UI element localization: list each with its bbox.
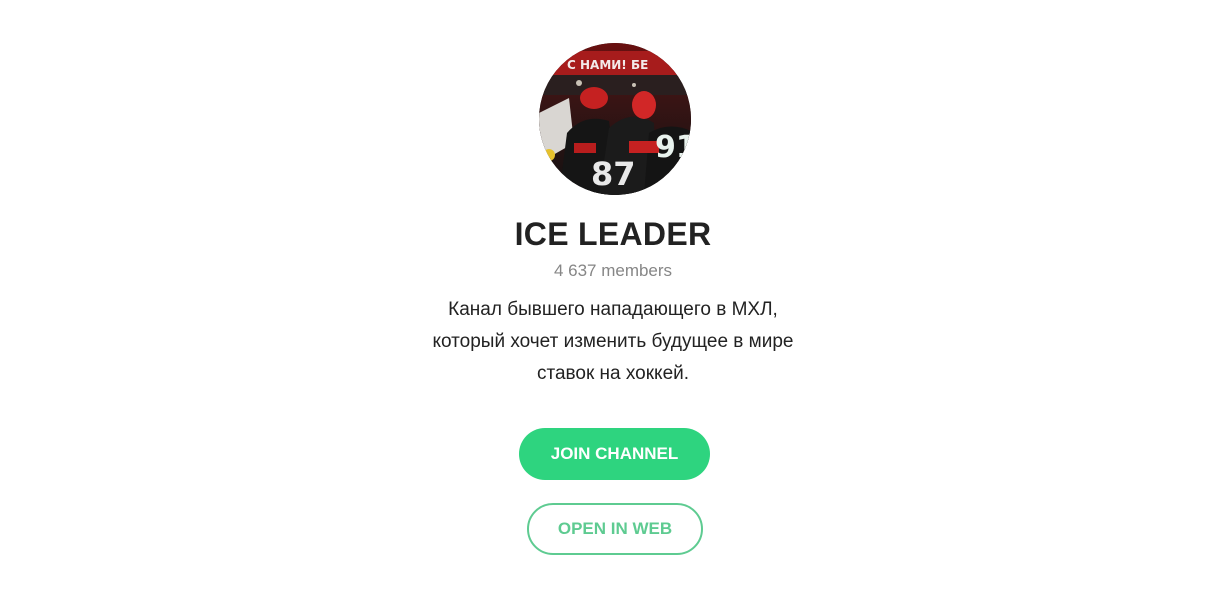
- channel-avatar: С НАМИ! БЕ 87 91: [539, 43, 691, 195]
- channel-title: ICE LEADER: [514, 216, 712, 252]
- avatar-jersey-number-91: 91: [655, 130, 691, 165]
- member-count: 4 637 members: [553, 261, 673, 280]
- avatar-jersey-number-87: 87: [591, 155, 636, 193]
- channel-description: Канал бывшего нападающего в МХЛ, который…: [0, 294, 1226, 390]
- open-in-web-button[interactable]: OPEN IN WEB: [527, 503, 703, 555]
- avatar-photo: С НАМИ! БЕ 87 91: [539, 43, 691, 195]
- channel-preview-page: С НАМИ! БЕ 87 91 ICE LEADER 4 637 member…: [0, 0, 1226, 603]
- description-line: Канал бывшего нападающего в МХЛ,: [448, 299, 778, 320]
- join-channel-button[interactable]: JOIN CHANNEL: [519, 428, 710, 480]
- description-line: который хочет изменить будущее в мире: [432, 331, 794, 352]
- description-line: ставок на хоккей.: [536, 363, 690, 384]
- avatar-banner-text: С НАМИ! БЕ: [567, 58, 648, 72]
